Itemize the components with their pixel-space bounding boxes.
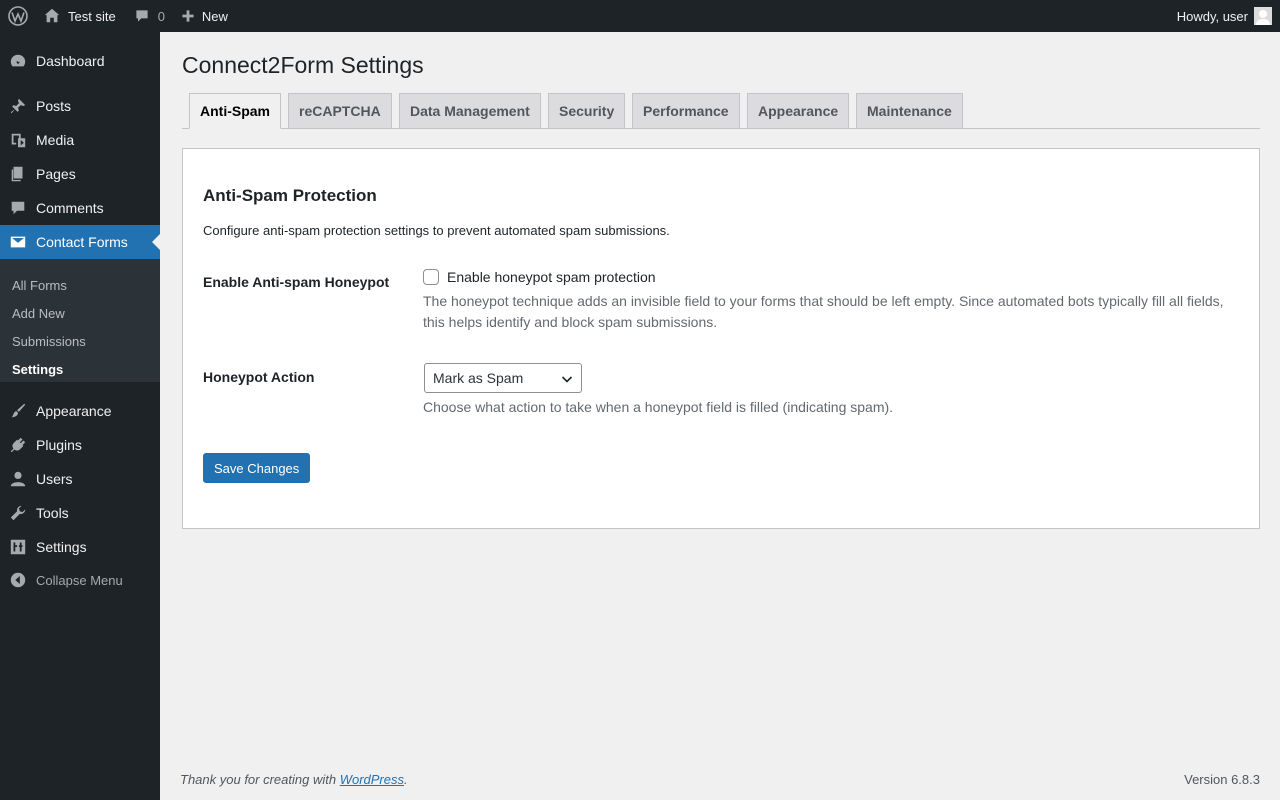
honeypot-help-line-2: this helps identify and block spam submi…: [423, 314, 718, 330]
comment-bubble-icon: [136, 10, 148, 22]
comments-count: 0: [157, 8, 165, 24]
honeypot-action-select[interactable]: Mark as Spam: [424, 363, 582, 393]
site-name: Test site: [68, 8, 116, 24]
sidebar-item-label: Settings: [36, 539, 87, 555]
sidebar-item-label: Media: [36, 132, 75, 148]
sidebar-item-label: Tools: [36, 505, 69, 521]
site-name-link[interactable]: Test site: [35, 0, 124, 32]
tab-recaptcha[interactable]: reCAPTCHA: [288, 93, 392, 128]
honeypot-action-label: Honeypot Action: [203, 369, 315, 385]
sidebar-item-label: Users: [36, 471, 73, 487]
footer-thanks-suffix: .: [404, 772, 408, 787]
honeypot-checkbox[interactable]: [423, 269, 439, 285]
sidebar-item-posts[interactable]: Posts: [0, 89, 160, 123]
tab-maintenance[interactable]: Maintenance: [856, 93, 963, 128]
honeypot-help-text: The honeypot technique adds an invisible…: [423, 291, 1224, 333]
admin-bar: Test site 0 New Howdy, user: [0, 0, 1280, 32]
my-account-link[interactable]: Howdy, user: [1177, 0, 1272, 32]
wordpress-logo-icon[interactable]: [0, 0, 35, 32]
sidebar-item-label: Plugins: [36, 437, 82, 453]
sidebar-item-plugins[interactable]: Plugins: [0, 428, 160, 462]
honeypot-action-help: Choose what action to take when a honeyp…: [423, 399, 894, 415]
admin-sidebar: Dashboard Posts Media Pages Comments Con…: [0, 32, 160, 800]
sidebar-item-users[interactable]: Users: [0, 462, 160, 496]
sidebar-item-settings[interactable]: Settings: [0, 530, 160, 564]
sidebar-item-label: Comments: [36, 200, 104, 216]
collapse-menu-button[interactable]: Collapse Menu: [0, 563, 160, 597]
honeypot-label: Enable Anti-spam Honeypot: [203, 274, 390, 290]
collapse-menu-label: Collapse Menu: [36, 572, 123, 588]
plus-icon: [182, 10, 194, 22]
wrench-icon: [0, 504, 36, 522]
user-icon: [0, 470, 36, 488]
tab-anti-spam[interactable]: Anti-Spam: [189, 93, 281, 129]
sidebar-item-contact-forms[interactable]: Contact Forms: [0, 225, 160, 259]
sidebar-item-label: Dashboard: [36, 53, 105, 69]
sidebar-item-tools[interactable]: Tools: [0, 496, 160, 530]
sidebar-item-label: Contact Forms: [36, 234, 128, 250]
comments-link[interactable]: 0: [124, 0, 173, 32]
sidebar-item-pages[interactable]: Pages: [0, 157, 160, 191]
pages-icon: [0, 165, 36, 183]
sidebar-item-appearance[interactable]: Appearance: [0, 394, 160, 428]
sidebar-item-comments[interactable]: Comments: [0, 191, 160, 225]
tab-security[interactable]: Security: [548, 93, 626, 128]
avatar: [1254, 7, 1272, 25]
sidebar-item-dashboard[interactable]: Dashboard: [0, 44, 160, 78]
submenu-item-add-new[interactable]: Add New: [12, 306, 65, 321]
chevron-down-icon: [561, 376, 573, 383]
wordpress-link[interactable]: WordPress: [340, 772, 404, 787]
footer-version: Version 6.8.3: [1184, 772, 1260, 787]
section-description: Configure anti-spam protection settings …: [203, 223, 670, 238]
home-icon: [44, 8, 60, 23]
new-content-link[interactable]: New: [173, 0, 236, 32]
tabs-divider: [182, 128, 1260, 129]
sidebar-item-label: Appearance: [36, 403, 112, 419]
honeypot-help-line-1: The honeypot technique adds an invisible…: [423, 293, 1224, 309]
settings-icon: [0, 538, 36, 556]
dashboard-icon: [0, 52, 36, 70]
save-changes-button[interactable]: Save Changes: [203, 453, 311, 483]
submenu-item-submissions[interactable]: Submissions: [12, 334, 86, 349]
tab-data-management[interactable]: Data Management: [399, 93, 541, 128]
new-label: New: [201, 8, 228, 24]
pin-icon: [0, 97, 36, 115]
collapse-arrow-icon: [0, 571, 36, 589]
plugin-icon: [0, 436, 36, 454]
envelope-icon: [0, 233, 36, 251]
section-title: Anti-Spam Protection: [203, 186, 377, 205]
howdy-text: Howdy, user: [1176, 8, 1248, 24]
submenu-item-settings[interactable]: Settings: [12, 362, 63, 377]
honeypot-checkbox-label: Enable honeypot spam protection: [447, 269, 656, 285]
page-title: Connect2Form Settings: [182, 52, 424, 78]
contact-forms-submenu: All Forms Add New Submissions Settings: [0, 259, 160, 382]
sidebar-item-label: Posts: [36, 98, 72, 114]
honeypot-action-value: Mark as Spam: [433, 370, 524, 386]
sidebar-item-media[interactable]: Media: [0, 123, 160, 157]
tab-appearance[interactable]: Appearance: [747, 93, 850, 128]
tab-performance[interactable]: Performance: [632, 93, 740, 128]
sidebar-item-label: Pages: [36, 166, 76, 182]
footer-thanks-prefix: Thank you for creating with: [180, 772, 340, 787]
footer-thanks: Thank you for creating with WordPress.: [180, 772, 408, 787]
media-icon: [0, 131, 36, 149]
brush-icon: [0, 402, 36, 420]
comment-icon: [0, 199, 36, 217]
settings-panel: Anti-Spam Protection Configure anti-spam…: [182, 148, 1260, 529]
submenu-item-all-forms[interactable]: All Forms: [12, 278, 67, 293]
honeypot-checkbox-row[interactable]: Enable honeypot spam protection: [423, 269, 656, 285]
